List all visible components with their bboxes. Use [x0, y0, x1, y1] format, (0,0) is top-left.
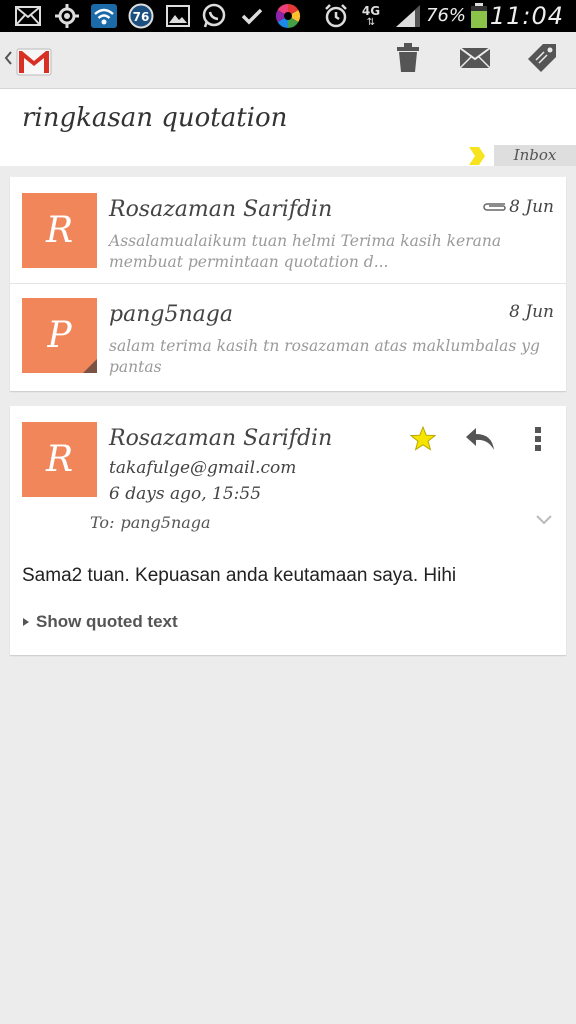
- message-snippet: Assalamualaikum tuan helmi Terima kasih …: [109, 232, 502, 271]
- network-label: 4G: [361, 3, 381, 18]
- date-text: 8 Jun: [509, 302, 554, 322]
- label-chip-inbox[interactable]: Inbox: [494, 145, 576, 166]
- star-icon[interactable]: [408, 424, 438, 454]
- to-label: To:: [90, 513, 115, 532]
- badge-icon: 76: [128, 3, 154, 29]
- color-wheel-icon: [274, 3, 302, 29]
- conversation-subject: ringkasan quotation: [22, 103, 288, 133]
- clock: 11:04: [489, 2, 564, 30]
- battery-icon: [468, 3, 490, 28]
- mark-unread-icon: [459, 46, 491, 74]
- mail-icon: [14, 4, 42, 28]
- sender-name: Rosazaman Sarifdin: [109, 197, 333, 222]
- show-quoted-text-button[interactable]: Show quoted text: [22, 612, 178, 632]
- reply-icon[interactable]: [462, 422, 498, 456]
- signal-icon: [394, 4, 422, 28]
- importance-marker-icon[interactable]: [468, 146, 486, 170]
- mark-unread-button[interactable]: [455, 40, 495, 80]
- up-button[interactable]: [0, 40, 56, 80]
- label-icon: [527, 43, 557, 77]
- battery-percent: 76%: [426, 5, 467, 26]
- sender-name: pang5naga: [109, 302, 233, 327]
- gmail-icon: [16, 46, 52, 80]
- labels-button[interactable]: [522, 40, 562, 80]
- delete-button[interactable]: [388, 40, 428, 80]
- avatar-initial: P: [47, 315, 72, 356]
- message-row[interactable]: P pang5naga 8 Jun salam terima kasih tn …: [10, 283, 566, 390]
- message-body: Sama2 tuan. Kepuasan anda keutamaan saya…: [22, 565, 457, 586]
- message-time: 6 days ago, 15:55: [109, 484, 262, 504]
- wifi-icon: [90, 4, 118, 28]
- overflow-menu-icon[interactable]: [528, 422, 548, 456]
- badge-count: 76: [132, 10, 150, 24]
- avatar-initial: R: [45, 439, 74, 480]
- action-bar: [0, 32, 576, 89]
- open-message-card: R Rosazaman Sarifdin takafulge@gmail.com…: [10, 406, 566, 655]
- show-quoted-label: Show quoted text: [36, 612, 178, 631]
- network-4g-icon: 4G ⇅: [361, 3, 381, 28]
- triangle-right-icon: [22, 612, 30, 632]
- recipients[interactable]: To: pang5naga: [90, 513, 211, 532]
- message-date: 8 Jun: [481, 197, 554, 217]
- attachment-icon: [481, 197, 507, 217]
- check-icon: [239, 4, 265, 28]
- status-bar: 76 4G ⇅ 76% 11:04: [0, 0, 576, 32]
- message-row[interactable]: R Rosazaman Sarifdin 8 Jun Assalamualaik…: [10, 177, 566, 283]
- delete-icon: [396, 43, 420, 77]
- avatar-initial: R: [45, 210, 74, 251]
- back-icon: [4, 48, 12, 72]
- sender-email: takafulge@gmail.com: [109, 458, 297, 478]
- conversation-header: ringkasan quotation Inbox: [0, 89, 576, 166]
- date-text: 8 Jun: [509, 197, 554, 217]
- to-recipient: pang5naga: [120, 513, 211, 532]
- gallery-icon: [165, 4, 191, 28]
- avatar[interactable]: P: [22, 298, 97, 373]
- avatar[interactable]: R: [22, 422, 97, 497]
- avatar[interactable]: R: [22, 193, 97, 268]
- message-snippet: salam terima kasih tn rosazaman atas mak…: [109, 337, 540, 376]
- gps-icon: [53, 4, 81, 28]
- whatsapp-icon: [201, 3, 227, 28]
- message-date: 8 Jun: [509, 302, 554, 322]
- collapsed-messages-card: R Rosazaman Sarifdin 8 Jun Assalamualaik…: [10, 177, 566, 391]
- alarm-icon: [322, 4, 350, 28]
- chevron-down-icon[interactable]: [534, 510, 554, 530]
- avatar-corner: [83, 359, 97, 373]
- sender-name: Rosazaman Sarifdin: [109, 426, 333, 451]
